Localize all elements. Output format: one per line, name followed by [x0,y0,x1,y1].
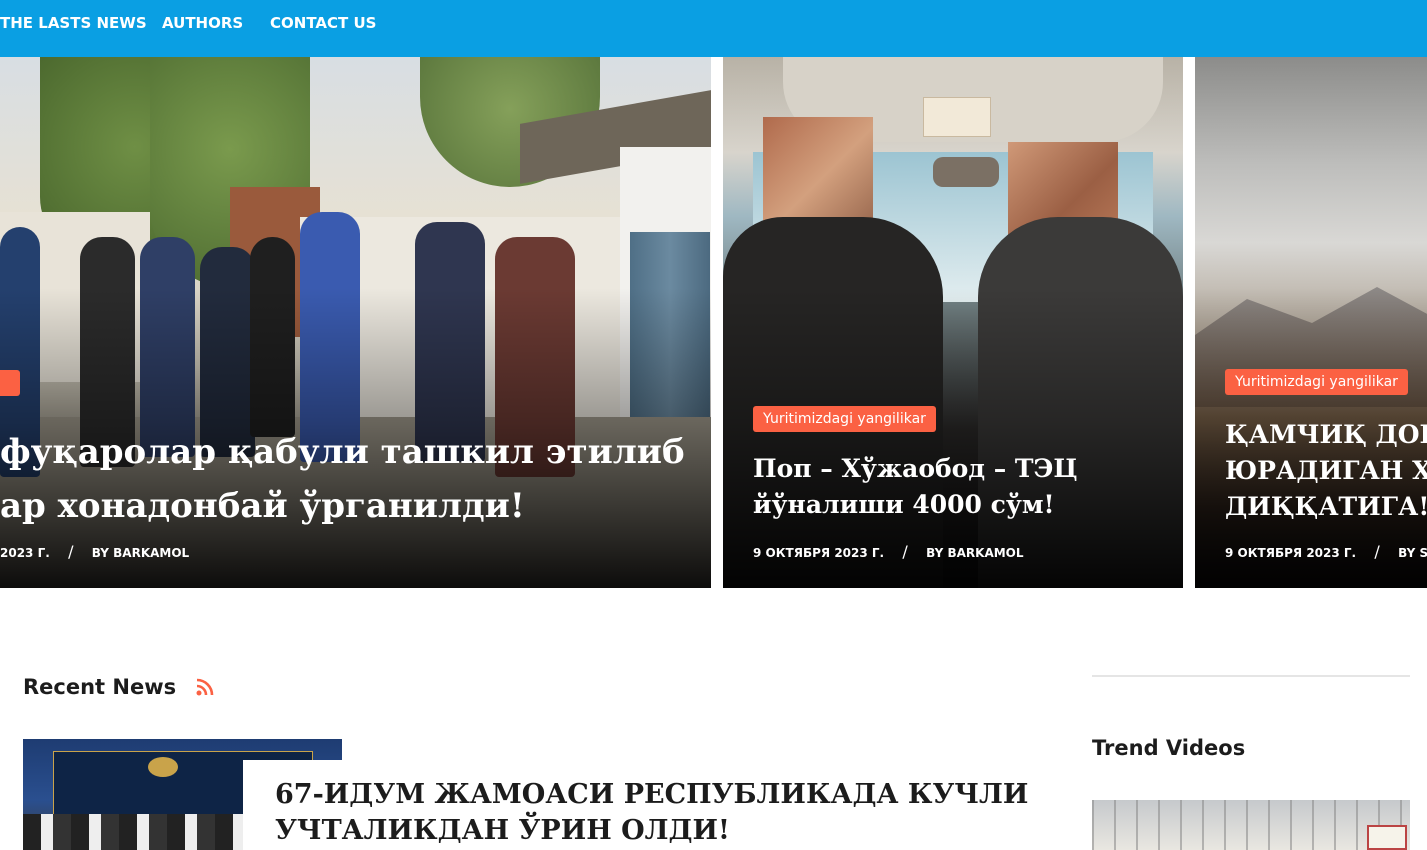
photo-people [23,814,253,850]
nav-item-authors[interactable]: AUTHORS [162,13,243,33]
photo-truss [1092,800,1410,850]
top-nav: THE LASTS NEWS AUTHORS CONTACT US [0,0,1427,57]
category-badge[interactable]: Yuritimizdagi yangilikar [753,406,936,432]
photo-logo [148,757,178,777]
card-title[interactable]: ҚАМЧИҚ ДОВО ЮРАДИГАН ҲА ДИҚҚАТИГА! [1225,417,1427,525]
sidebar-divider [1092,675,1410,677]
card-meta: 2023 Г. / BY BARKAMOL [0,542,190,561]
card-date: 9 ОКТЯБРЯ 2023 Г. [1225,546,1357,560]
photo-mirror [933,157,999,187]
slider-card-1[interactable]: фуқаролар қабули ташкил этилиб ар хонадо… [0,57,711,588]
card-author[interactable]: BY BARKAMOL [926,546,1023,560]
slider-card-3[interactable]: Yuritimizdagi yangilikar ҚАМЧИҚ ДОВО ЮРА… [1195,57,1427,588]
rss-icon[interactable] [195,677,215,697]
card-author[interactable]: BY BARKAMOL [92,546,189,560]
category-badge[interactable] [0,370,20,396]
card-title[interactable]: фуқаролар қабули ташкил этилиб ар хонадо… [0,425,685,533]
card-gradient-overlay [723,288,1183,588]
card-author[interactable]: BY SH [1398,546,1427,560]
trend-videos-heading: Trend Videos [1092,736,1246,760]
card-date: 2023 Г. [0,546,50,560]
news-title[interactable]: 67-ИДУМ ЖАМОАСИ РЕСПУБЛИКАДА КУЧЛИ УЧТАЛ… [243,760,1043,850]
card-meta: 9 ОКТЯБРЯ 2023 Г. / BY BARKAMOL [753,542,1024,561]
photo-board [1367,825,1407,850]
card-date: 9 ОКТЯБРЯ 2023 Г. [753,546,885,560]
card-title[interactable]: Поп – Хўжаобод – ТЭЦ йўналиши 4000 сўм! [753,451,1078,523]
slider-card-2[interactable]: Yuritimizdagi yangilikar Поп – Хўжаобод … [723,57,1183,588]
card-meta: 9 ОКТЯБРЯ 2023 Г./BY SH [1225,544,1427,561]
recent-news-heading: Recent News [23,675,177,699]
category-badge[interactable]: Yuritimizdagi yangilikar [1225,369,1408,395]
photo-sign [923,97,991,137]
nav-item-latest-news[interactable]: THE LASTS NEWS [0,13,147,33]
nav-item-contact-us[interactable]: CONTACT US [270,13,376,33]
trend-video-thumbnail[interactable] [1092,800,1410,850]
